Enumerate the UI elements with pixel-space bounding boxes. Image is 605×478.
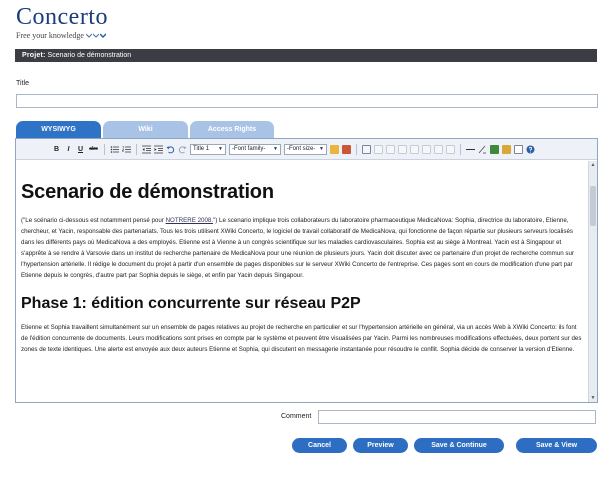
toolbar-separator [460, 143, 461, 155]
insert-column-icon[interactable] [410, 144, 419, 154]
italic-button[interactable]: I [64, 144, 73, 154]
remove-format-icon[interactable] [478, 144, 487, 154]
editor-scrollbar[interactable]: ▲ ▼ [588, 161, 597, 402]
font-family-value: -Font family- [232, 146, 266, 152]
tab-access-rights[interactable]: Access Rights [190, 121, 274, 138]
chevron-down-icon: ▼ [273, 146, 278, 152]
unlink-icon[interactable] [374, 144, 383, 154]
document-heading-2: Phase 1: édition concurrente sur réseau … [21, 295, 361, 313]
editor-toolbar: B I U abc Title 1 ▼ -Font family- ▼ -Fon… [16, 139, 597, 160]
font-size-select[interactable]: -Font size- ▼ [284, 143, 327, 155]
editor-tabs: WYSIWYG Wiki Access Rights [16, 121, 274, 138]
project-bar: Projet: Scenario de démonstration [15, 49, 597, 62]
strikethrough-button[interactable]: abc [88, 144, 99, 154]
undo-icon[interactable] [166, 144, 175, 154]
table-icon[interactable] [386, 144, 395, 154]
text-color-icon[interactable] [330, 144, 339, 154]
scroll-down-icon[interactable]: ▼ [589, 394, 597, 402]
intro-text-start: ("Le scénario ci-dessous est notamment p… [21, 217, 166, 224]
cancel-button[interactable]: Cancel [292, 438, 347, 453]
phase1-paragraph: Etienne et Sophia travaillent simultaném… [21, 324, 582, 354]
toolbar-separator [136, 143, 137, 155]
scroll-thumb[interactable] [590, 186, 596, 226]
notrere-link[interactable]: NOTRERE 2008. [166, 217, 213, 224]
scroll-up-icon[interactable]: ▲ [589, 161, 597, 169]
help-icon[interactable] [526, 144, 535, 154]
font-family-select[interactable]: -Font family- ▼ [229, 143, 281, 155]
macro-icon[interactable] [514, 144, 523, 154]
comment-label: Comment [281, 413, 312, 420]
chevron-down-icon: ▼ [218, 146, 223, 152]
intro-paragraph: ("Le scénario ci-dessous est notamment p… [21, 216, 584, 281]
project-name: Scenario de démonstration [47, 52, 132, 59]
bold-button[interactable]: B [52, 144, 61, 154]
preview-button[interactable]: Preview [353, 438, 408, 453]
tab-wysiwyg[interactable]: WYSIWYG [16, 121, 101, 138]
outdent-icon[interactable] [142, 144, 151, 154]
link-icon[interactable] [362, 144, 371, 154]
paragraph-style-select[interactable]: Title 1 ▼ [190, 143, 226, 155]
horizontal-rule-icon[interactable] [466, 144, 475, 154]
bullet-list-icon[interactable] [110, 144, 119, 154]
save-view-button[interactable]: Save & View [516, 438, 597, 453]
comment-input[interactable] [318, 410, 596, 424]
indent-icon[interactable] [154, 144, 163, 154]
logo[interactable]: Concerto Free your knowledge [16, 4, 108, 40]
toolbar-separator [356, 143, 357, 155]
delete-column-icon[interactable] [434, 144, 443, 154]
editor-content[interactable]: Scenario de démonstration ("Le scénario … [16, 161, 589, 402]
font-size-value: -Font size- [287, 146, 316, 152]
logo-title: Concerto [16, 4, 108, 30]
birds-icon [85, 33, 106, 38]
title-label: Title [16, 80, 29, 87]
delete-row-icon[interactable] [422, 144, 431, 154]
tab-wiki[interactable]: Wiki [103, 121, 188, 138]
editor-page: Concerto Free your knowledge Projet: Sce… [0, 0, 605, 478]
logo-tagline: Free your knowledge [16, 31, 84, 40]
document-heading-1: Scenario de démonstration [21, 181, 274, 203]
intro-text-end: ") Le scenario implique trois collaborat… [21, 217, 575, 279]
insert-row-icon[interactable] [398, 144, 407, 154]
attachment-icon[interactable] [490, 144, 499, 154]
numbered-list-icon[interactable] [122, 144, 131, 154]
paragraph-style-value: Title 1 [193, 146, 210, 152]
logo-tagline-row: Free your knowledge [16, 31, 108, 40]
toolbar-separator [104, 143, 105, 155]
background-color-icon[interactable] [342, 144, 351, 154]
wysiwyg-editor: B I U abc Title 1 ▼ -Font family- ▼ -Fon… [15, 138, 598, 403]
project-label: Projet: [22, 52, 46, 59]
chevron-down-icon: ▼ [319, 146, 324, 152]
title-input[interactable] [16, 94, 598, 108]
save-continue-button[interactable]: Save & Continue [414, 438, 504, 453]
underline-button[interactable]: U [76, 144, 85, 154]
image-icon[interactable] [502, 144, 511, 154]
merge-cells-icon[interactable] [446, 144, 455, 154]
redo-icon[interactable] [178, 144, 187, 154]
